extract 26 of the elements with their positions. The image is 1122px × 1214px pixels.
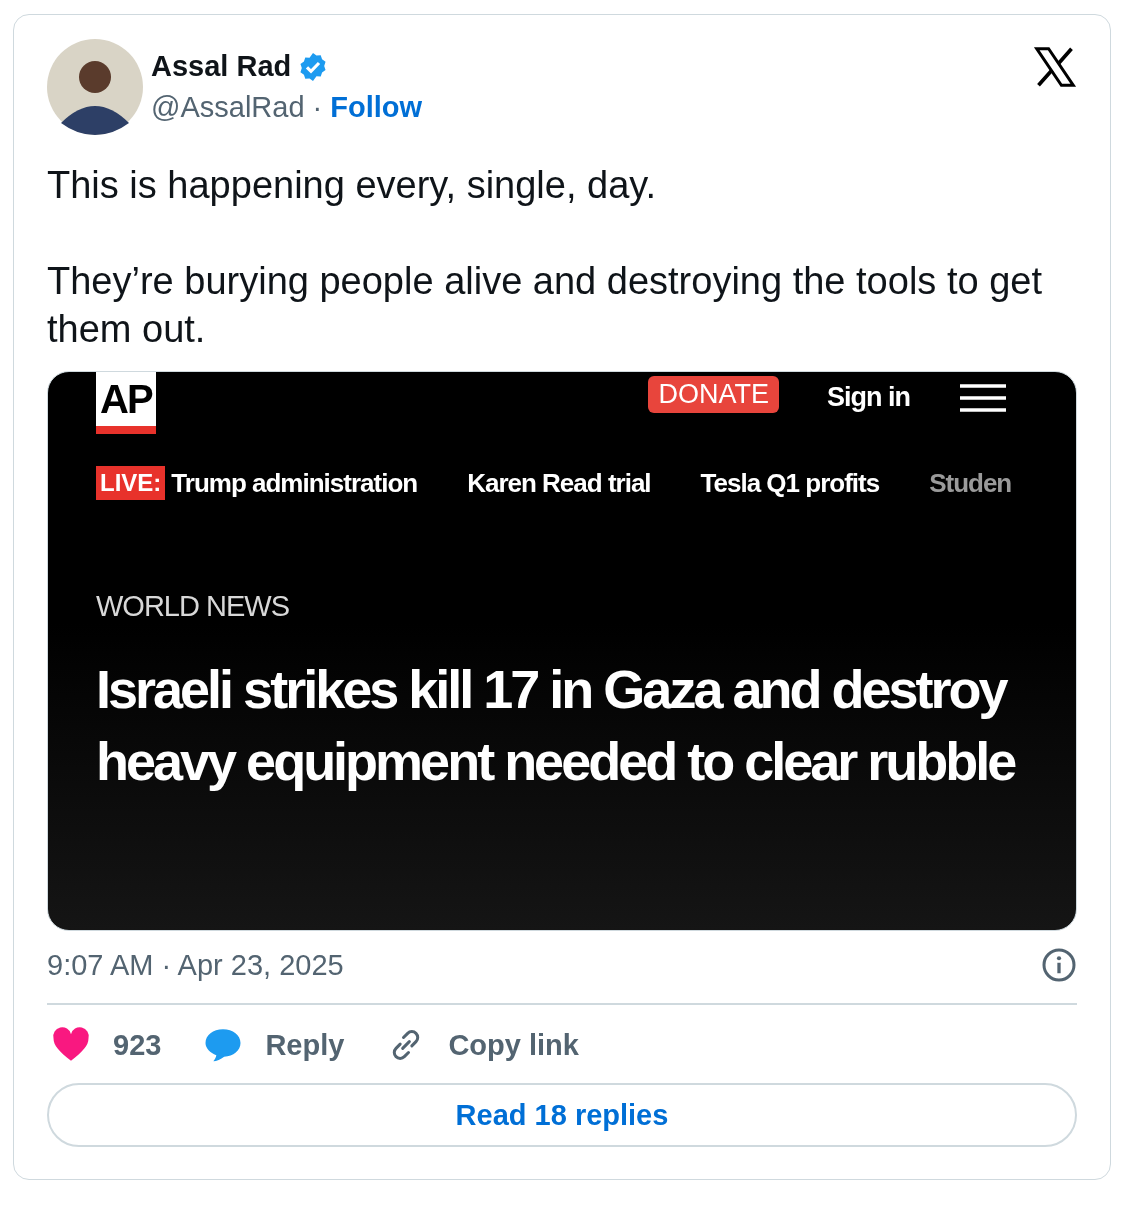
tweet-text: This is happening every, single, day. [47,163,658,208]
author-handle[interactable]: @AssalRad [151,91,305,124]
donate-button: DONATE [648,376,779,413]
x-logo-icon[interactable] [1033,45,1077,89]
nav-topic: Studen [929,467,1012,499]
nav-topic: Karen Read trial [467,467,651,499]
read-replies-button[interactable]: Read 18 replies [47,1083,1077,1147]
follow-link[interactable]: Follow [330,91,423,124]
avatar-icon[interactable] [47,39,143,135]
action-button[interactable]: Reply [199,1025,349,1065]
nav-topic: Trump administration [171,467,418,499]
timestamp[interactable]: 9:07 AM · Apr 23, 2025 [47,948,344,982]
author-name[interactable]: Assal Rad [151,50,292,83]
info-icon[interactable] [1041,947,1077,983]
action-button[interactable]: 923 [47,1025,166,1065]
nav-topic: Tesla Q1 profits [700,467,880,499]
ap-logo: AP [96,372,156,434]
separator-dot: · [312,91,323,124]
article-headline: Israeli strikes kill 17 in Gaza and destroy heavy equipment needed to clear rubble [96,658,1016,793]
tweet-text: They’re burying people alive and destroying the tools to get them out. [47,259,1043,352]
sign-in-link: Sign in [827,382,910,413]
embedded-article-screenshot[interactable]: AP DONATE Sign in LIVE: Trump administration Karen Read trial Tesla Q1 profits Studen WORLD NEWS Israeli strikes kill 17 in Gaza and destroy heavy equipment needed to clear rubble [47,371,1077,931]
action-button[interactable]: Copy link [382,1025,583,1065]
menu-icon [960,384,1006,412]
live-badge: LIVE: [96,466,166,500]
section-label: WORLD NEWS [96,590,290,623]
